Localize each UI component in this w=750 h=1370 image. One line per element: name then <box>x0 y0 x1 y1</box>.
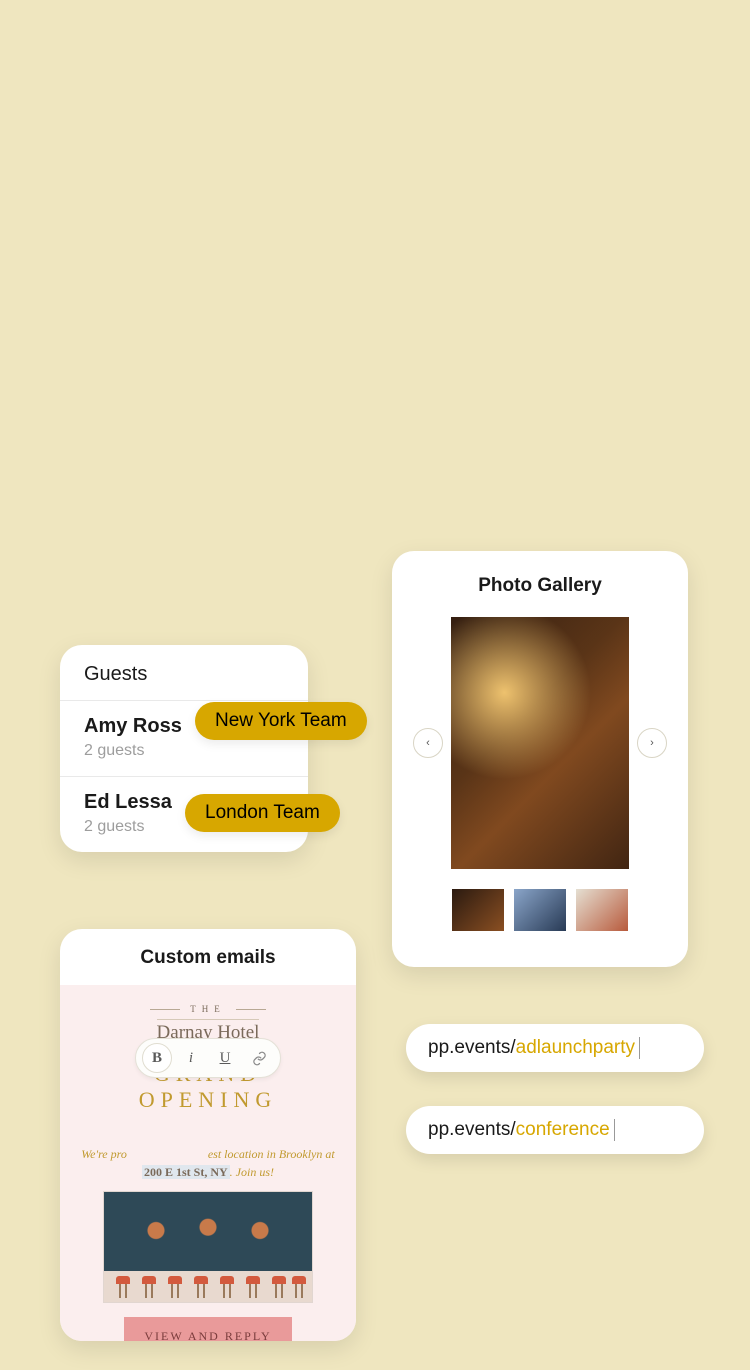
gallery-title: Photo Gallery <box>416 575 664 597</box>
url-prefix: pp.events/ <box>428 1037 516 1059</box>
custom-url-pill[interactable]: pp.events/adlaunchparty <box>406 1024 704 1072</box>
chevron-right-icon: › <box>650 737 654 749</box>
italic-button[interactable]: i <box>176 1043 206 1073</box>
gallery-main: ‹ › <box>451 617 629 869</box>
email-preview: THE Darnay Hotel GRAND OPENING B i U We'… <box>60 985 356 1341</box>
url-prefix: pp.events/ <box>428 1119 516 1141</box>
gallery-thumbnail[interactable] <box>576 889 628 931</box>
guest-subtext: 2 guests <box>84 742 284 760</box>
hotel-the: THE <box>180 1004 236 1014</box>
gallery-thumbnail[interactable] <box>514 889 566 931</box>
custom-emails-header: Custom emails <box>60 929 356 985</box>
view-and-reply-button[interactable]: VIEW AND REPLY <box>124 1317 291 1341</box>
url-slug: adlaunchparty <box>516 1037 635 1059</box>
chevron-left-icon: ‹ <box>426 737 430 749</box>
custom-emails-card: Custom emails THE Darnay Hotel GRAND OPE… <box>60 929 356 1341</box>
team-tag[interactable]: New York Team <box>195 702 367 740</box>
guests-header: Guests <box>60 645 308 700</box>
email-body-text: We're pro est location in Brooklyn at 20… <box>80 1145 336 1181</box>
link-button[interactable] <box>244 1043 274 1073</box>
gallery-main-image[interactable] <box>451 617 629 869</box>
bold-button[interactable]: B <box>142 1043 172 1073</box>
email-address-highlight: 200 E 1st St, NY <box>142 1165 230 1179</box>
team-tag[interactable]: London Team <box>185 794 340 832</box>
format-toolbar: B i U <box>135 1038 281 1078</box>
email-image <box>103 1191 313 1303</box>
url-slug: conference <box>516 1119 610 1141</box>
gallery-prev-button[interactable]: ‹ <box>413 728 443 758</box>
photo-gallery-card: Photo Gallery ‹ › <box>392 551 688 967</box>
gallery-thumbnail[interactable] <box>452 889 504 931</box>
underline-button[interactable]: U <box>210 1043 240 1073</box>
gallery-next-button[interactable]: › <box>637 728 667 758</box>
gallery-thumbnails <box>416 889 664 931</box>
custom-url-pill[interactable]: pp.events/conference <box>406 1106 704 1154</box>
link-icon <box>252 1051 267 1066</box>
